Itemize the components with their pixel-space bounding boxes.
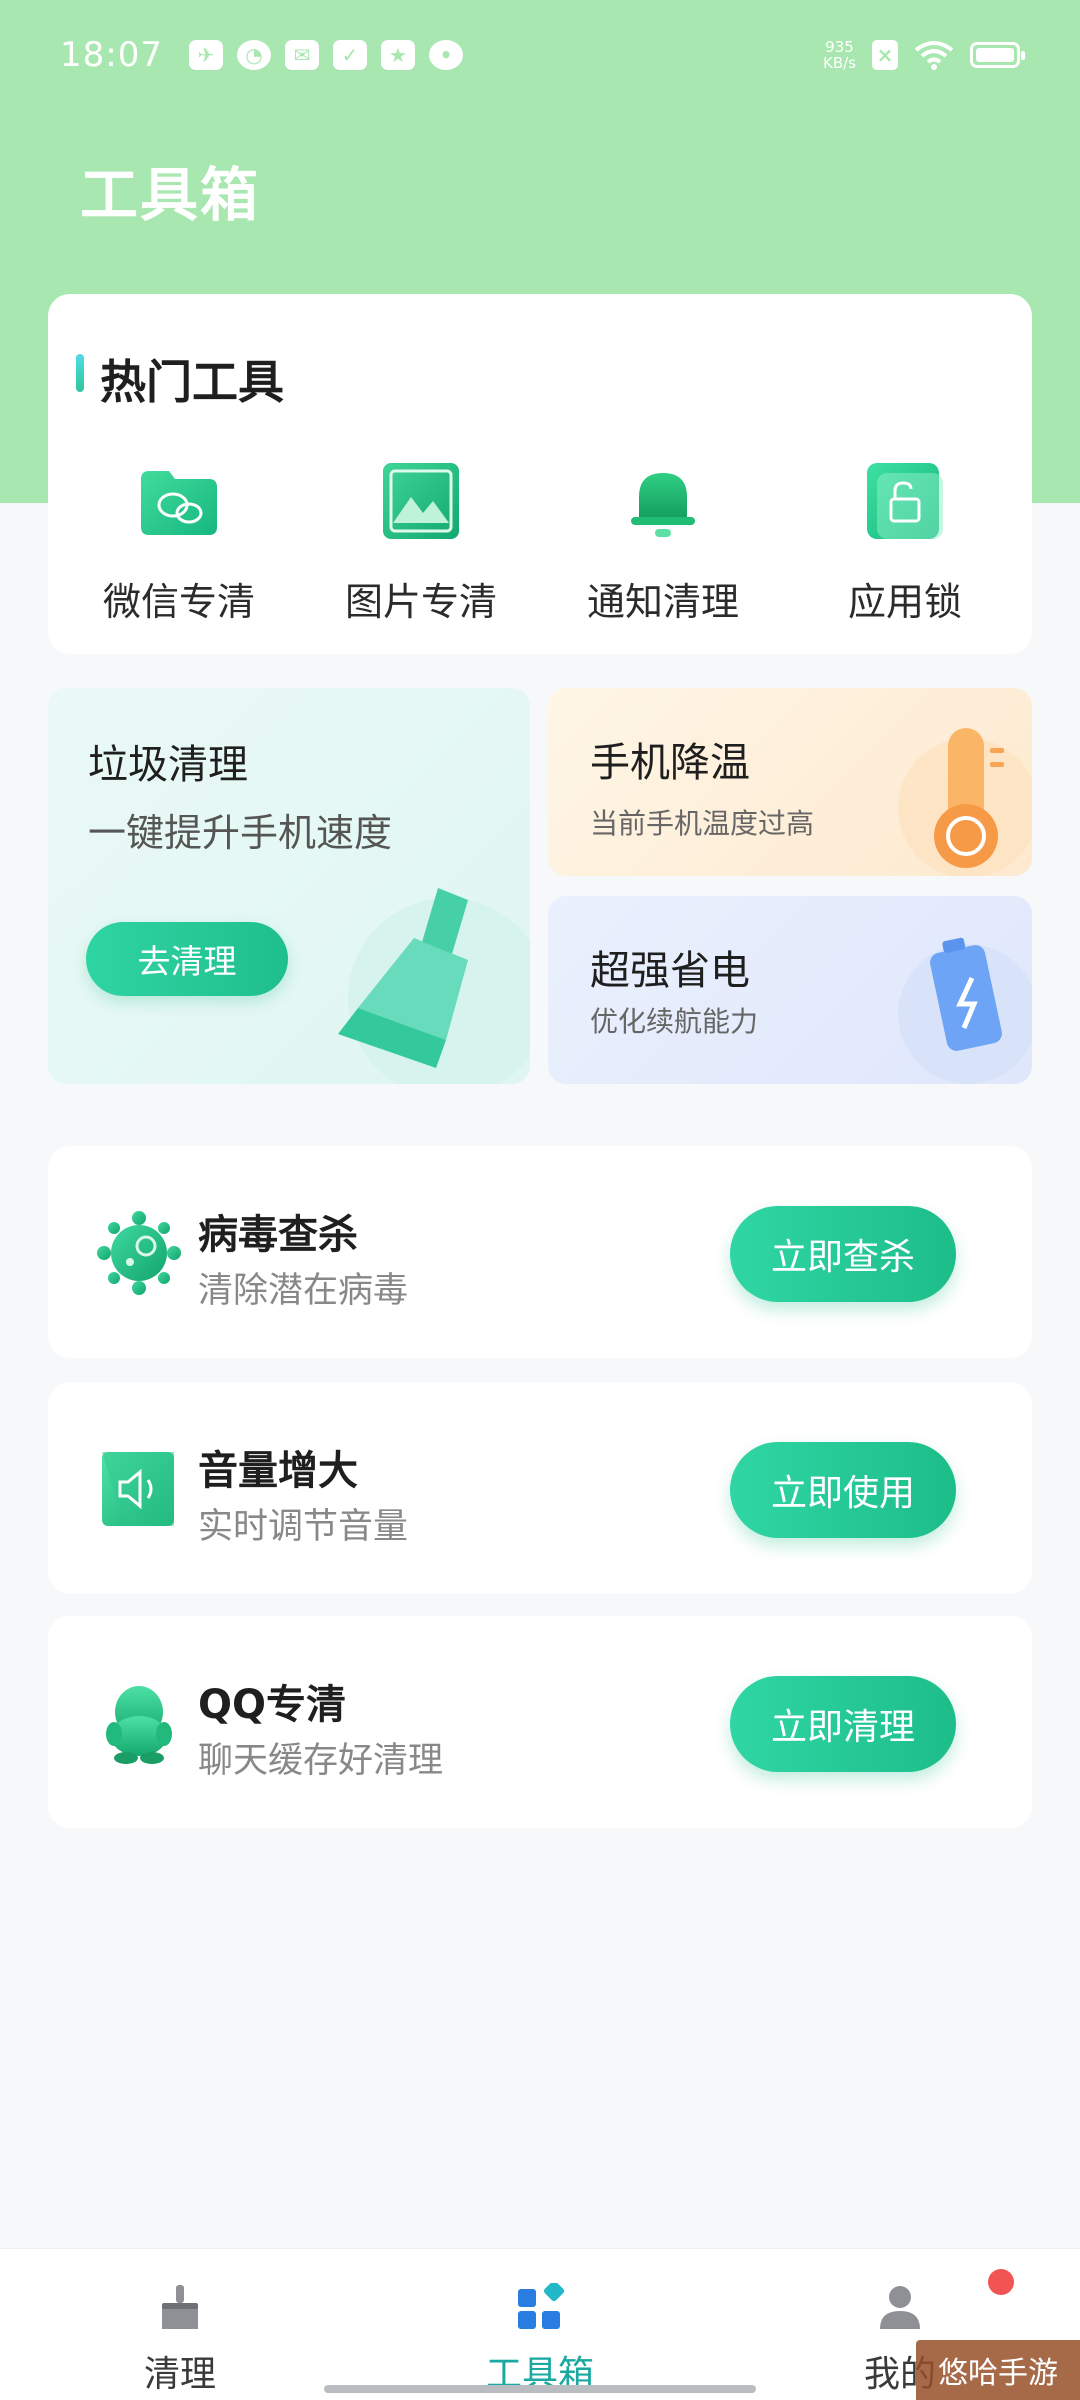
tool-label: 应用锁 [847, 580, 962, 624]
tool-notification-clean[interactable]: 通知清理 [542, 459, 784, 626]
tab-label: 清理 [143, 2354, 216, 2395]
list-subtitle: 聊天缓存好清理 [198, 1741, 444, 1781]
status-time: 18:07 [60, 35, 163, 75]
broom-illustration-icon [338, 888, 530, 1084]
bell-icon [621, 459, 705, 543]
lock-icon [863, 459, 947, 543]
list-title: QQ专清 [198, 1682, 347, 1728]
list-subtitle: 实时调节音量 [198, 1507, 409, 1547]
star-notification-icon: ★ [380, 40, 415, 70]
junk-clean-subtitle: 一键提升手机速度 [88, 811, 393, 855]
status-bar: 18:07 ✈ ◔ ✉ ✓ ★ • 935 KB/s × [0, 0, 1080, 110]
cat-notification-icon: • [428, 40, 463, 70]
tool-image-clean[interactable]: 图片专清 [300, 459, 542, 626]
tool-wechat-clean[interactable]: 微信专清 [58, 459, 300, 626]
mail-notification-icon: ✉ [284, 40, 319, 70]
power-saving-title: 超强省电 [590, 948, 750, 994]
network-speed: 935 KB/s [823, 39, 856, 71]
netspeed-value: 935 [825, 38, 854, 56]
app-notification-icon: ✈ [188, 40, 223, 70]
qq-clean-card: QQ专清 聊天缓存好清理 立即清理 [48, 1616, 1032, 1828]
tool-label: 图片专清 [344, 580, 497, 624]
thermometer-illustration-icon [898, 728, 1032, 876]
broom-icon [162, 2285, 198, 2329]
speaker-icon [94, 1444, 184, 1534]
netspeed-unit: KB/s [823, 54, 856, 72]
phone-cooling-card[interactable]: 手机降温 当前手机温度过高 [548, 688, 1032, 876]
list-title: 病毒查杀 [198, 1212, 358, 1258]
list-subtitle: 清除潜在病毒 [198, 1271, 409, 1311]
compass-notification-icon: ◔ [236, 40, 271, 70]
power-saving-subtitle: 优化续航能力 [590, 1005, 759, 1038]
virus-scan-card: 病毒查杀 清除潜在病毒 立即查杀 [48, 1146, 1032, 1358]
phone-cooling-title: 手机降温 [590, 740, 750, 786]
battery-illustration-icon [898, 937, 1032, 1084]
tab-toolbox[interactable]: 工具箱 [440, 2283, 640, 2397]
list-title: 音量增大 [198, 1448, 358, 1494]
junk-clean-title: 垃圾清理 [88, 742, 248, 788]
home-indicator[interactable] [324, 2385, 756, 2393]
junk-clean-card[interactable]: 垃圾清理 一键提升手机速度 去清理 [48, 688, 530, 1084]
power-saving-card[interactable]: 超强省电 优化续航能力 [548, 896, 1032, 1084]
section-accent-bar [76, 354, 84, 392]
status-right: 935 KB/s × [823, 39, 1025, 71]
volume-boost-card: 音量增大 实时调节音量 立即使用 [48, 1382, 1032, 1594]
shield-notification-icon: ✓ [332, 40, 367, 70]
go-clean-button[interactable]: 去清理 [86, 922, 288, 996]
image-icon [379, 459, 463, 543]
sim-off-icon: × [872, 40, 898, 70]
scan-now-button[interactable]: 立即查杀 [730, 1206, 956, 1302]
virus-icon [94, 1208, 184, 1298]
tool-label: 微信专清 [102, 580, 255, 624]
tool-label: 通知清理 [586, 580, 739, 624]
clean-now-button[interactable]: 立即清理 [730, 1676, 956, 1772]
tab-clean[interactable]: 清理 [80, 2283, 280, 2397]
notification-icons: ✈ ◔ ✉ ✓ ★ • [188, 40, 463, 70]
phone-cooling-subtitle: 当前手机温度过高 [590, 807, 815, 840]
toolbox-grid-icon [518, 2283, 564, 2329]
tool-app-lock[interactable]: 应用锁 [784, 459, 1026, 626]
watermark-logo: 悠哈手游 [916, 2340, 1080, 2400]
profile-icon [880, 2286, 920, 2329]
wifi-icon [914, 41, 954, 70]
wechat-folder-icon [137, 459, 221, 543]
hot-tools-card: 热门工具 微信专清 图片专清 通知清理 应用锁 [48, 294, 1032, 654]
hot-tools-grid: 微信专清 图片专清 通知清理 应用锁 [48, 459, 1032, 626]
hot-tools-title: 热门工具 [100, 355, 284, 409]
notification-dot [988, 2269, 1014, 2295]
page-title: 工具箱 [80, 161, 261, 229]
qq-penguin-icon [94, 1678, 184, 1768]
use-now-button[interactable]: 立即使用 [730, 1442, 956, 1538]
battery-icon [970, 42, 1025, 68]
